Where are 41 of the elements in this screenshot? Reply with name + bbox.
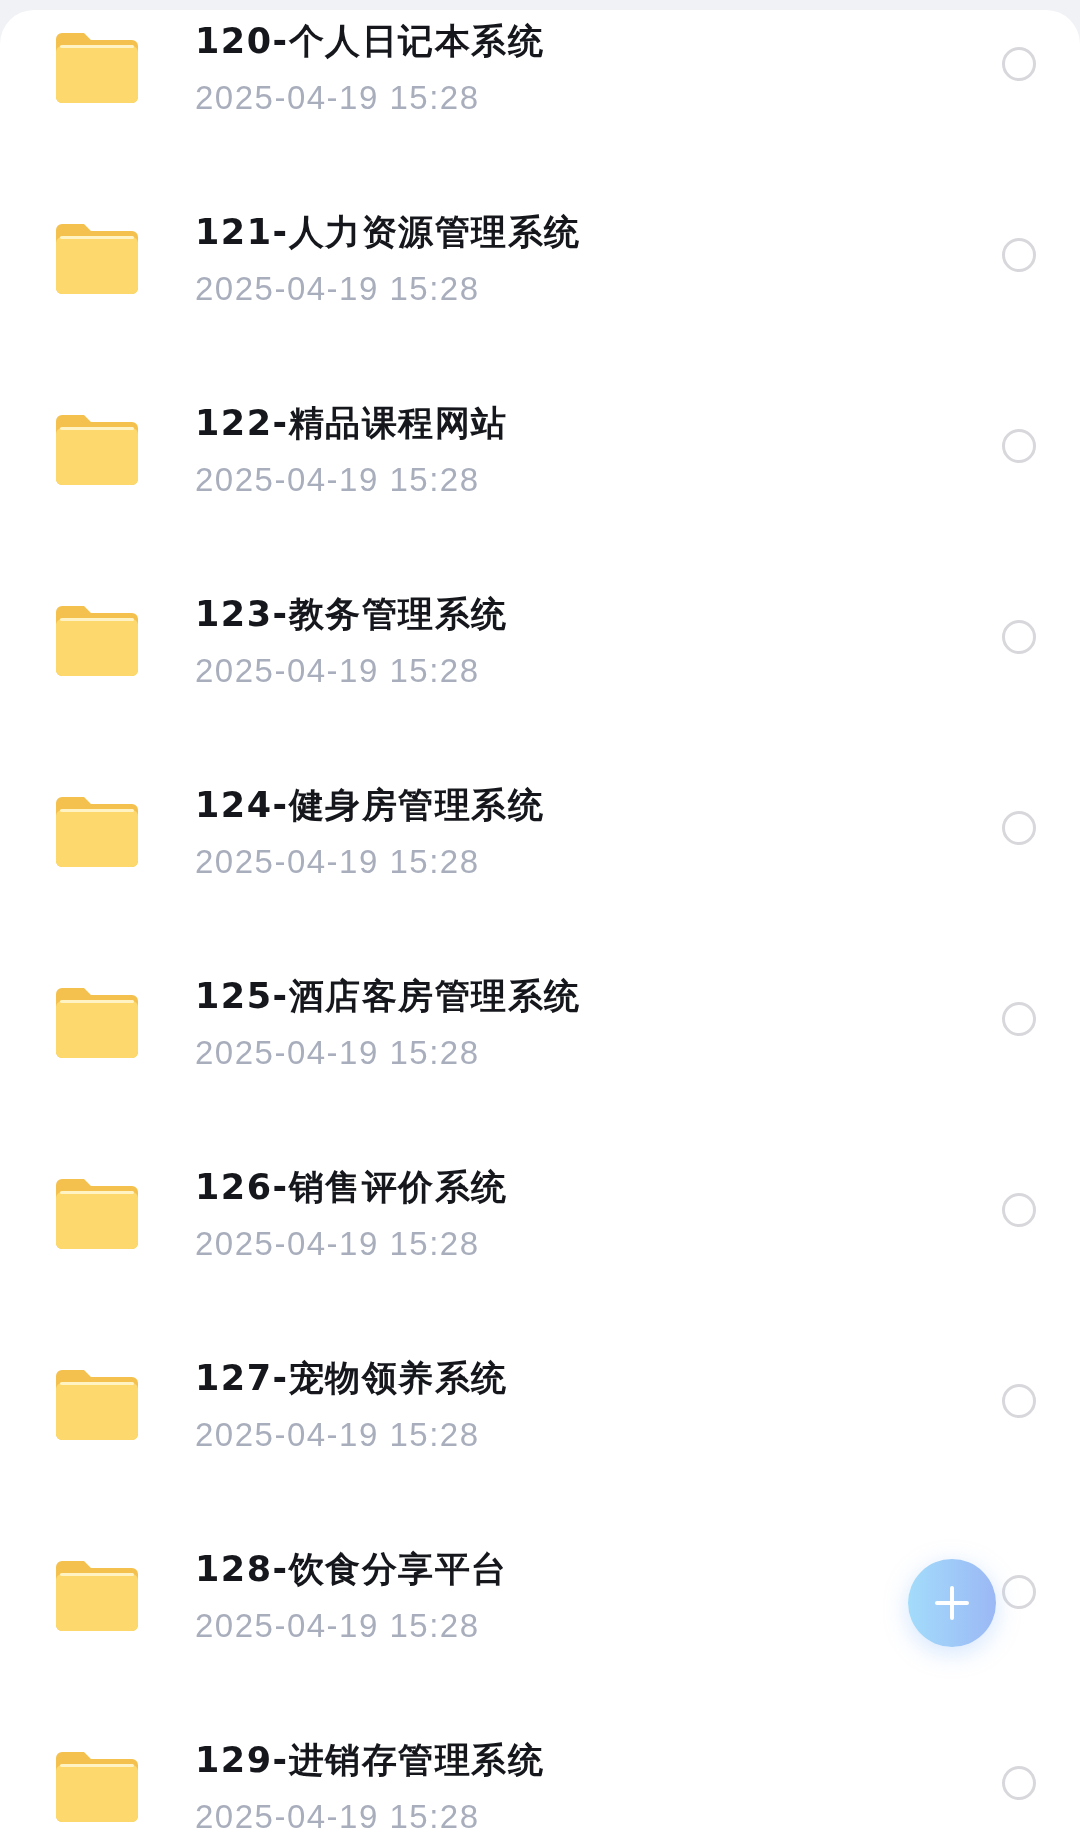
modified-date: 2025-04-19 15:28: [195, 269, 480, 309]
select-checkbox[interactable]: [1002, 620, 1036, 654]
folder-icon: [56, 1752, 138, 1822]
folder-name[interactable]: 127-宠物领养系统: [195, 1357, 508, 1399]
folder-name[interactable]: 122-精品课程网站: [195, 402, 508, 444]
folder-name[interactable]: 124-健身房管理系统: [195, 784, 545, 826]
folder-name[interactable]: 120-个人日记本系统: [195, 20, 545, 62]
folder-name[interactable]: 129-进销存管理系统: [195, 1739, 545, 1781]
select-checkbox[interactable]: [1002, 1575, 1036, 1609]
modified-date: 2025-04-19 15:28: [195, 1224, 480, 1264]
modified-date: 2025-04-19 15:28: [195, 1415, 480, 1455]
select-checkbox[interactable]: [1002, 1384, 1036, 1418]
modified-date: 2025-04-19 15:28: [195, 1033, 480, 1073]
select-checkbox[interactable]: [1002, 238, 1036, 272]
folder-icon: [56, 33, 138, 103]
folder-icon: [56, 1370, 138, 1440]
modified-date: 2025-04-19 15:28: [195, 1797, 480, 1837]
modified-date: 2025-04-19 15:28: [195, 842, 480, 882]
modified-date: 2025-04-19 15:28: [195, 651, 480, 691]
folder-icon: [56, 224, 138, 294]
select-checkbox[interactable]: [1002, 429, 1036, 463]
plus-icon: [935, 1586, 969, 1620]
select-checkbox[interactable]: [1002, 1766, 1036, 1800]
select-checkbox[interactable]: [1002, 1193, 1036, 1227]
folder-icon: [56, 1561, 138, 1631]
modified-date: 2025-04-19 15:28: [195, 1606, 480, 1646]
folder-name[interactable]: 123-教务管理系统: [195, 593, 508, 635]
select-checkbox[interactable]: [1002, 47, 1036, 81]
folder-icon: [56, 797, 138, 867]
select-checkbox[interactable]: [1002, 811, 1036, 845]
folder-name[interactable]: 125-酒店客房管理系统: [195, 975, 581, 1017]
select-checkbox[interactable]: [1002, 1002, 1036, 1036]
folder-name[interactable]: 126-销售评价系统: [195, 1166, 508, 1208]
folder-icon: [56, 415, 138, 485]
folder-name[interactable]: 128-饮食分享平台: [195, 1548, 508, 1590]
modified-date: 2025-04-19 15:28: [195, 78, 480, 118]
folder-icon: [56, 1179, 138, 1249]
folder-icon: [56, 606, 138, 676]
folder-name[interactable]: 121-人力资源管理系统: [195, 211, 581, 253]
folder-icon: [56, 988, 138, 1058]
modified-date: 2025-04-19 15:28: [195, 460, 480, 500]
